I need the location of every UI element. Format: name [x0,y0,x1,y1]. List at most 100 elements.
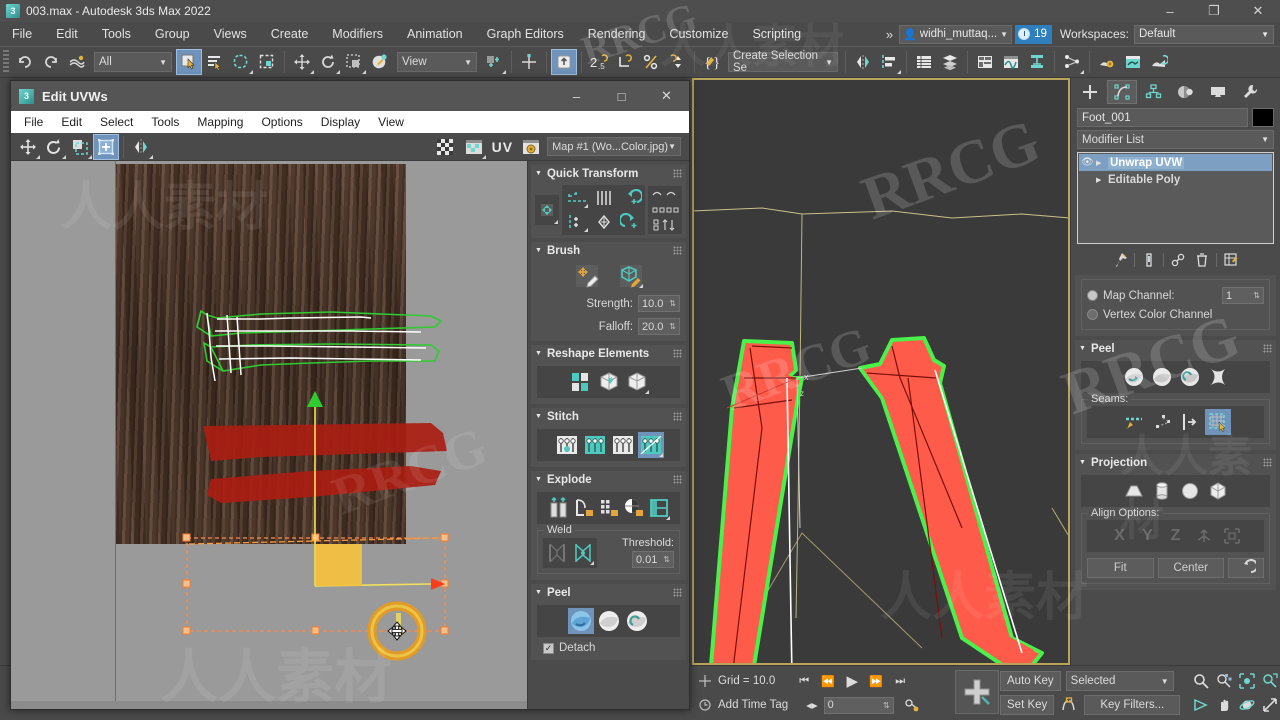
detach-checkbox[interactable]: ✓ [543,642,554,654]
auto-key-button[interactable]: Auto Key [1000,671,1061,691]
rollup-grip-icon[interactable] [673,475,682,484]
projection-rollup-header[interactable]: ▼ Projection [1075,454,1276,471]
reshape-box-sync-icon[interactable] [596,369,622,395]
rect-select-icon[interactable] [228,49,254,75]
minimize-icon[interactable]: – [554,81,599,111]
planar-map-icon[interactable] [1121,478,1147,504]
layer-explorer-icon[interactable] [911,49,937,75]
fit-button[interactable]: Fit [1087,558,1154,578]
angle-snap-icon[interactable] [551,49,577,75]
spherical-map-icon[interactable] [1177,478,1203,504]
menu-tools[interactable]: Tools [90,22,143,46]
selection-filter-combo[interactable]: All ▼ [94,52,172,72]
pan-icon[interactable] [1214,695,1234,715]
render-production-icon[interactable] [1146,49,1172,75]
reshape-grid-icon[interactable] [568,369,594,395]
menu-edit[interactable]: Edit [44,22,90,46]
align-y-button[interactable]: Y [1135,523,1161,549]
stitch-header[interactable]: ▼ Stitch [531,408,686,425]
play-icon[interactable]: ▶ [841,671,863,691]
configure-sets-icon[interactable] [1221,250,1241,270]
exp-face-sel-to-seam-icon[interactable] [1204,409,1231,435]
relax-icon[interactable] [591,211,616,233]
quick-peel-icon[interactable] [596,608,622,634]
rollup-grip-icon[interactable] [1263,344,1272,353]
spinner-arrows-icon[interactable]: ⇅ [883,701,890,710]
stitch-source-icon[interactable] [582,432,608,458]
menu-animation[interactable]: Animation [395,22,475,46]
use-center-icon[interactable] [481,49,507,75]
flip-h-grid-icon[interactable] [650,204,680,216]
go-to-end-icon[interactable]: ⏭ [889,671,911,691]
zoom-all-icon[interactable] [1214,671,1234,691]
paint-move-brush-icon[interactable] [574,263,600,289]
pelt-map-icon[interactable] [1177,364,1203,390]
mirror-icon[interactable] [128,134,154,160]
spinner-arrows-icon[interactable]: ⇅ [669,299,676,308]
workspace-selector[interactable]: Default ▼ [1134,24,1274,44]
key-filter-set-selector[interactable]: Selected ▼ [1065,671,1174,691]
angle-snap-value-icon[interactable]: 2.5 [586,49,612,75]
map-selector-combo[interactable]: Map #1 (Wo...Color.jpg) ▼ [547,137,681,156]
move-icon[interactable] [15,134,41,160]
add-keys-button[interactable] [955,670,999,714]
maximize-viewport-icon[interactable] [1260,695,1280,715]
collapse-triangle-icon[interactable]: ▼ [535,170,542,177]
add-time-tag-label[interactable]: Add Time Tag [718,699,788,711]
modifier-stack-item-unwrap-uvw[interactable]: 👁 ▶ Unwrap UVW [1079,154,1272,171]
scene-explorer-icon[interactable] [937,49,963,75]
current-frame-field[interactable]: 0 ⇅ [823,696,894,714]
peel-rollup-header[interactable]: ▼ Peel [1075,340,1276,357]
display-tab[interactable] [1203,80,1233,104]
center-button[interactable]: Center [1157,558,1224,578]
uvw-peel-header[interactable]: ▼ Peel [531,584,686,601]
falloff-spinner[interactable]: 20.0 ⇅ [638,318,680,335]
explode-by-poly-icon[interactable] [647,495,671,521]
reshape-box-icon[interactable] [624,369,650,395]
collapse-triangle-icon[interactable]: ▼ [535,413,542,420]
select-move-icon[interactable] [289,49,315,75]
rotate-icon[interactable] [41,134,67,160]
ribbon-icon[interactable] [972,49,998,75]
key-mode-toggle-icon[interactable] [904,697,920,713]
explode-by-angle-icon[interactable] [572,495,596,521]
select-rotate-icon[interactable] [315,49,341,75]
quick-peel-icon[interactable] [1149,364,1175,390]
reset-arrow-icon[interactable] [1228,558,1264,578]
quick-transform-header[interactable]: ▼ Quick Transform [531,165,686,182]
edit-seams-icon[interactable] [1121,409,1147,435]
rotate-cw-icon[interactable] [618,211,643,233]
peel-mode-icon[interactable] [567,608,594,634]
show-map-teal-icon[interactable] [461,134,487,160]
freeform-mode-icon[interactable] [67,134,93,160]
uvw-menu-display[interactable]: Display [312,111,369,133]
weld-selected-icon[interactable] [545,540,569,566]
stitch-custom-icon[interactable] [554,432,580,458]
object-color-swatch[interactable] [1252,108,1274,127]
modifier-stack-item-editable-poly[interactable]: ▶ Editable Poly [1079,171,1272,188]
next-frame-icon[interactable]: ⏩ [865,671,887,691]
reshape-elements-header[interactable]: ▼ Reshape Elements [531,345,686,362]
menu-group[interactable]: Group [143,22,202,46]
space-vertical-icon[interactable] [564,211,589,233]
render-setup-icon[interactable] [1094,49,1120,75]
percent-snap-icon[interactable] [638,49,664,75]
rollup-grip-icon[interactable] [1263,458,1272,467]
spinner-arrows-icon[interactable]: ⇅ [663,555,670,564]
material-editor-icon[interactable] [1059,49,1085,75]
uvw-menu-view[interactable]: View [369,111,413,133]
window-crossing-icon[interactable] [254,49,280,75]
field-of-view-icon[interactable] [1191,695,1211,715]
explode-by-material-icon[interactable] [597,495,621,521]
key-filters-button[interactable]: Key Filters... [1084,695,1181,715]
modifier-list-dropdown[interactable]: Modifier List ▼ [1077,130,1274,149]
show-end-result-icon[interactable] [1139,250,1159,270]
object-name-field[interactable]: Foot_001 [1077,108,1248,127]
edit-named-sets-icon[interactable]: {} [699,49,725,75]
maximize-icon[interactable]: ❐ [1192,0,1236,22]
rollup-grip-icon[interactable] [673,246,682,255]
named-selection-combo[interactable]: Create Selection Se ▼ [728,50,838,74]
snaps-toggle-icon[interactable] [516,49,542,75]
expand-triangle-icon[interactable]: ▶ [1096,176,1105,184]
menu-graph-editors[interactable]: Graph Editors [475,22,576,46]
